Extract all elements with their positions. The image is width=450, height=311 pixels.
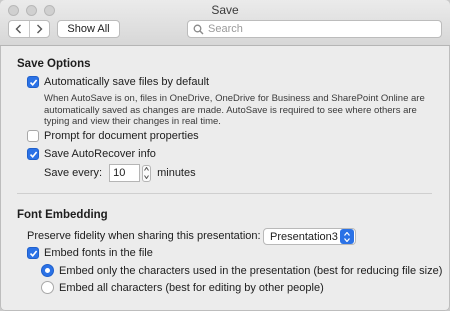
autosave-checkbox[interactable] — [27, 76, 39, 88]
embed-fonts-row[interactable]: Embed fonts in the file — [27, 247, 153, 259]
save-every-unit: minutes — [157, 167, 196, 179]
prompt-properties-label: Prompt for document properties — [44, 130, 199, 142]
chevron-right-icon — [36, 24, 43, 34]
updown-arrows-icon — [340, 229, 354, 244]
presentation-select[interactable]: Presentation3 — [263, 228, 356, 245]
embed-used-chars-radio[interactable] — [41, 264, 54, 277]
embed-fonts-label: Embed fonts in the file — [44, 247, 153, 259]
prompt-properties-row[interactable]: Prompt for document properties — [27, 130, 199, 142]
autosave-checkbox-row[interactable]: Automatically save files by default — [27, 76, 209, 88]
embed-fonts-checkbox[interactable] — [27, 247, 39, 259]
search-field[interactable] — [187, 20, 442, 38]
save-options-heading: Save Options — [17, 58, 91, 70]
search-icon — [193, 24, 204, 34]
prompt-properties-checkbox[interactable] — [27, 130, 39, 142]
save-every-label: Save every: — [44, 167, 103, 179]
save-every-input[interactable]: 10 — [109, 164, 141, 182]
stepper-up-icon[interactable] — [144, 167, 150, 172]
stepper-down-icon[interactable] — [144, 174, 150, 179]
navigation-buttons — [8, 20, 50, 38]
save-every-stepper[interactable] — [142, 164, 152, 182]
embed-used-chars-row[interactable]: Embed only the characters used in the pr… — [41, 264, 442, 277]
preferences-window: Save Show All Save Options Automatically… — [0, 0, 450, 311]
forward-button[interactable] — [28, 21, 50, 37]
preserve-fidelity-label: Preserve fidelity when sharing this pres… — [27, 230, 261, 242]
checkmark-icon — [29, 78, 37, 86]
embed-all-chars-row[interactable]: Embed all characters (best for editing b… — [41, 281, 324, 294]
save-every-row: Save every: 10 minutes — [44, 164, 196, 182]
checkmark-icon — [29, 150, 37, 158]
chevron-left-icon — [15, 24, 22, 34]
autorecover-checkbox[interactable] — [27, 148, 39, 160]
title-bar: Save Show All — [0, 0, 450, 46]
show-all-button[interactable]: Show All — [57, 20, 120, 38]
embed-used-chars-label: Embed only the characters used in the pr… — [59, 264, 443, 277]
autosave-description: When AutoSave is on, files in OneDrive, … — [44, 93, 425, 127]
search-input[interactable] — [208, 23, 441, 35]
embed-all-chars-label: Embed all characters (best for editing b… — [59, 281, 324, 294]
autorecover-label: Save AutoRecover info — [44, 148, 156, 160]
autosave-label: Automatically save files by default — [44, 76, 210, 88]
window-title: Save — [211, 3, 239, 17]
back-button[interactable] — [9, 21, 29, 37]
embed-all-chars-radio[interactable] — [41, 281, 54, 294]
font-embedding-heading: Font Embedding — [17, 209, 108, 221]
section-divider — [17, 193, 432, 194]
presentation-select-value: Presentation3 — [270, 230, 338, 243]
checkmark-icon — [29, 249, 37, 257]
autorecover-row[interactable]: Save AutoRecover info — [27, 148, 156, 160]
